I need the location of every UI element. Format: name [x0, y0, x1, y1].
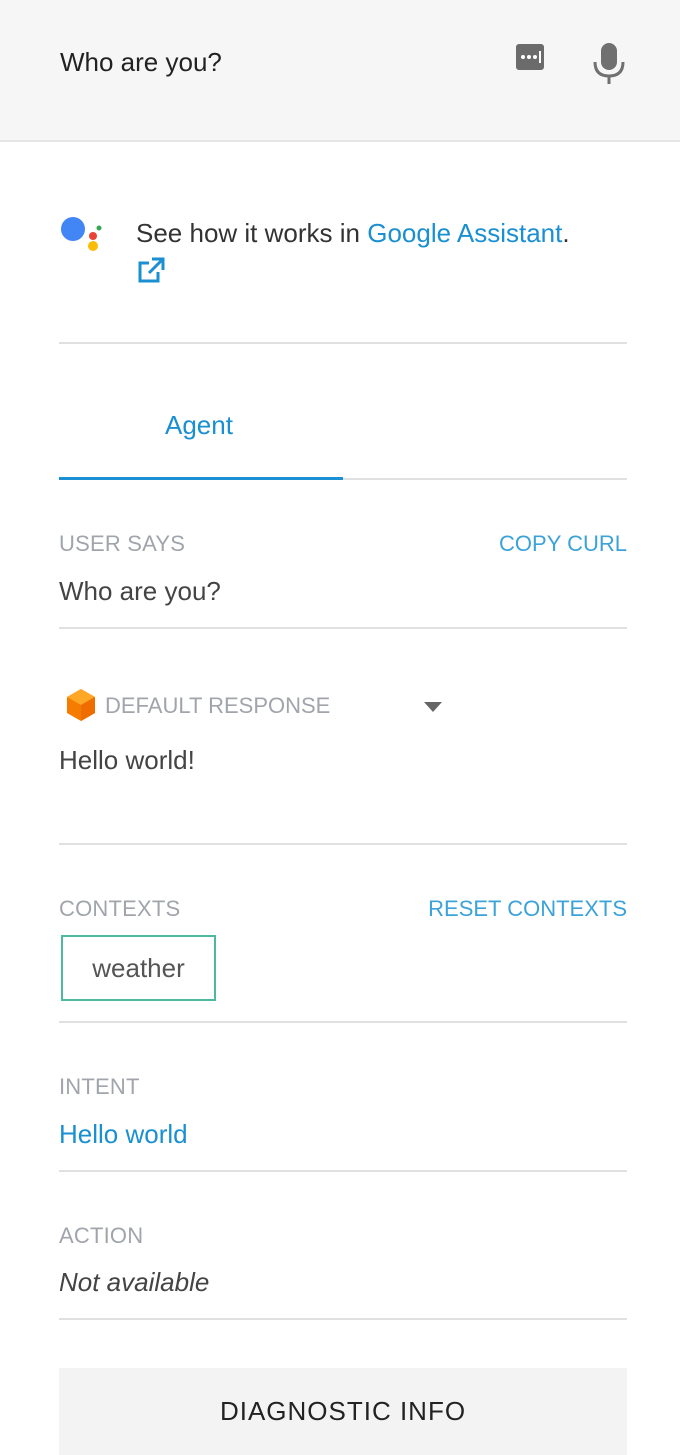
assistant-promo-text: See how it works in — [136, 218, 368, 248]
copy-curl-button[interactable]: COPY CURL — [499, 531, 627, 557]
intent-link[interactable]: Hello world — [59, 1119, 188, 1150]
contexts-label: CONTEXTS — [59, 896, 181, 921]
divider — [59, 627, 627, 629]
keyboard-icon[interactable] — [512, 40, 548, 76]
divider — [59, 1170, 627, 1172]
diagnostic-info-button[interactable]: DIAGNOSTIC INFO — [59, 1368, 627, 1455]
user-says-value: Who are you? — [59, 576, 221, 606]
default-response-label: DEFAULT RESPONSE — [105, 693, 331, 718]
divider — [59, 1318, 627, 1320]
external-link-icon[interactable] — [136, 256, 166, 286]
tab-active-indicator — [59, 477, 343, 480]
google-assistant-icon — [58, 212, 106, 260]
user-says-label: USER SAYS — [59, 531, 186, 556]
query-bar — [0, 0, 680, 142]
microphone-icon[interactable] — [590, 40, 628, 86]
caret-down-icon[interactable] — [423, 700, 443, 712]
tab-agent[interactable]: Agent — [59, 390, 343, 478]
action-label: ACTION — [59, 1223, 144, 1248]
response-value: Hello world! — [59, 745, 195, 775]
context-chip[interactable]: weather — [61, 935, 216, 1001]
divider — [59, 342, 627, 344]
action-value: Not available — [59, 1267, 210, 1297]
intent-label: INTENT — [59, 1074, 140, 1099]
assistant-promo-suffix: . — [562, 218, 570, 248]
divider — [59, 843, 627, 845]
assistant-promo: See how it works in Google Assistant. — [136, 214, 636, 252]
google-assistant-link[interactable]: Google Assistant — [367, 218, 562, 248]
tab-agent-label: Agent — [165, 410, 233, 440]
divider — [59, 1021, 627, 1023]
dialogflow-cube-icon — [66, 688, 96, 722]
reset-contexts-button[interactable]: RESET CONTEXTS — [428, 896, 627, 922]
query-input[interactable] — [60, 42, 480, 82]
